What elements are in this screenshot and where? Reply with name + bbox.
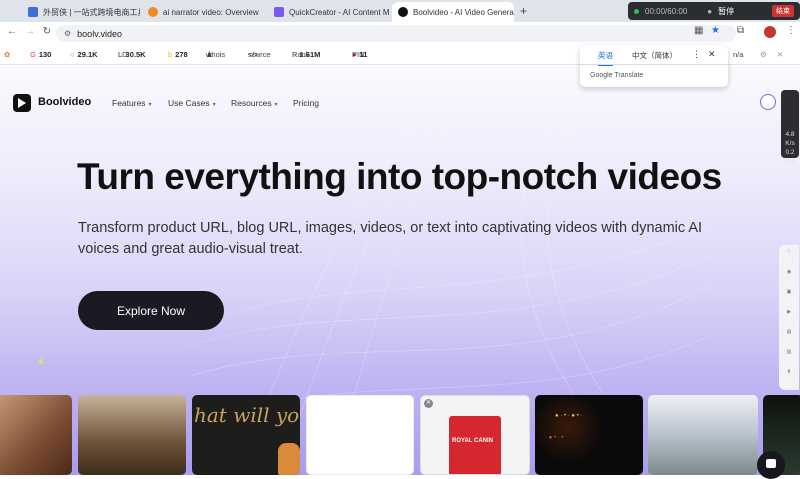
user-avatar[interactable] [760, 94, 776, 110]
close-icon[interactable]: ✕ [777, 50, 783, 59]
thumbnail-product[interactable]: ✕ ROYAL CANIN [420, 395, 530, 475]
microphone-icon[interactable]: ● [707, 7, 712, 16]
recording-timer: 00:00/60:00 [645, 7, 687, 16]
translate-icon[interactable]: ▦ [694, 25, 703, 36]
forward-icon[interactable]: → [21, 26, 39, 37]
tab-title: QuickCreator - AI Content M [289, 8, 389, 17]
thumbnail-script-caption: hat will you [194, 403, 300, 427]
tab-favicon [398, 7, 408, 17]
seo-pinterest[interactable]: ● PIN 11 [352, 50, 367, 59]
translate-tab-chinese[interactable]: 中文（简体） [632, 50, 677, 61]
nav-pricing[interactable]: Pricing [293, 98, 319, 108]
google-icon: G [30, 50, 36, 59]
pause-button[interactable]: 暂停 [718, 6, 734, 17]
thumbnail-street[interactable] [648, 395, 758, 475]
seo-metric-pages[interactable]: b 278 [168, 50, 188, 59]
tab-ai-narrator[interactable]: ai narrator video: Overview ✕ [142, 2, 264, 22]
right-tool-rail: ♡ ◉ ▣ ▶ ▤ ▥ ⬆ [779, 245, 799, 390]
tab-title: Boolvideo - AI Video Genera [413, 8, 514, 17]
tab-title: 外贸侠 | 一站式跨境电商工具站 [43, 7, 140, 18]
tool-icon[interactable]: ▣ [779, 285, 799, 305]
site-info-icon[interactable]: ⚙ [64, 29, 71, 38]
product-bag: ROYAL CANIN [449, 416, 501, 475]
brand-name[interactable]: Boolvideo [38, 96, 91, 108]
profile-avatar[interactable] [764, 26, 776, 38]
upload-unit: K/s [781, 139, 799, 148]
menu-icon[interactable]: ⋮ [786, 25, 796, 36]
seo-whois[interactable]: ♟ whois [206, 50, 213, 59]
network-speed-widget: 4.8 K/s 0.2 K/s [781, 90, 799, 158]
url-text: boolv.video [77, 29, 122, 39]
browser-tab-bar: 外贸侠 | 一站式跨境电商工具站 ✕ ai narrator video: Ov… [0, 0, 800, 22]
tab-title: ai narrator video: Overview [163, 8, 259, 17]
close-icon[interactable]: ✕ [708, 49, 716, 60]
nav-features[interactable]: Features▾ [112, 98, 152, 108]
bookmark-star-icon[interactable]: ★ [711, 25, 720, 36]
screen-recorder-bar: 00:00/60:00 ● 暂停 结束 [628, 2, 800, 20]
more-options-icon[interactable]: ⋮ [692, 49, 701, 60]
close-icon[interactable]: ✕ [424, 399, 433, 408]
mouse-cursor-icon [38, 358, 46, 366]
thumbnail-sparkles[interactable]: ● · • · ● • · · ● • · • [535, 395, 643, 475]
new-tab-button[interactable]: + [520, 4, 527, 18]
address-bar-row: ← → ↻ ⚙ boolv.video ▦ ★ ⧉ ⋮ [0, 22, 800, 45]
tab-favicon [274, 7, 284, 17]
sparkle-decoration: ● · • · ● • · [555, 413, 582, 419]
reload-icon[interactable]: ↻ [38, 26, 56, 37]
dog-figure [278, 443, 300, 475]
hero-headline: Turn everything into top-notch videos [77, 156, 722, 198]
thumbnail-script-text[interactable]: hat will you [192, 395, 300, 475]
video-thumbnail-strip: hat will you ✕ ROYAL CANIN ● · • · ● • ·… [0, 395, 800, 475]
tab-waimaoxia[interactable]: 外贸侠 | 一站式跨境电商工具站 ✕ [22, 2, 140, 22]
tool-icon[interactable]: ▤ [779, 325, 799, 345]
boolvideo-logo-icon[interactable] [13, 94, 31, 112]
thumbnail-interior[interactable] [78, 395, 186, 475]
tool-icon[interactable]: ▶ [779, 305, 799, 325]
webpage: Boolvideo Features▾ Use Cases▾ Resources… [0, 66, 800, 475]
tab-quickcreator[interactable]: QuickCreator - AI Content M ✕ [268, 2, 390, 22]
thumbnail-portrait[interactable] [0, 395, 72, 475]
upload-speed: 4.8 [781, 130, 799, 139]
stop-button[interactable]: 结束 [772, 5, 794, 17]
seo-toolbar-logo-icon: ✿ [4, 50, 10, 59]
explore-now-button[interactable]: Explore Now [78, 291, 224, 330]
thumbnail-blank[interactable] [306, 395, 414, 475]
background-swirl [190, 86, 710, 446]
nav-use-cases[interactable]: Use Cases▾ [168, 98, 216, 108]
seo-metric-links[interactable]: ○ 29.1K [70, 50, 98, 59]
download-speed: 0.2 [781, 148, 799, 157]
download-unit: K/s [781, 157, 799, 166]
seo-source[interactable]: </> source [248, 50, 259, 59]
product-brand-label: ROYAL CANIN [452, 438, 493, 444]
chevron-down-icon: ▾ [149, 102, 152, 108]
back-icon[interactable]: ← [3, 26, 21, 37]
tool-icon[interactable]: ♡ [779, 245, 799, 265]
extensions-icon[interactable]: ⧉ [737, 25, 744, 36]
translate-footer: Google Translate [590, 72, 643, 79]
bing-icon: b [168, 50, 172, 59]
tab-boolvideo[interactable]: Boolvideo - AI Video Genera ✕ [392, 2, 514, 22]
circle-icon: ○ [70, 50, 75, 59]
chevron-down-icon: ▾ [275, 102, 278, 108]
nav-resources[interactable]: Resources▾ [231, 98, 278, 108]
translate-popup: 英语 中文（简体） ⋮ ✕ Google Translate [580, 45, 728, 87]
seo-metric-google[interactable]: G 130 [30, 50, 51, 59]
tool-icon[interactable]: ⬆ [779, 365, 799, 385]
tab-favicon [28, 7, 38, 17]
seo-rank[interactable]: ○ Rank 1.61M [292, 50, 320, 59]
tab-favicon [148, 7, 158, 17]
hero-subheadline: Transform product URL, blog URL, images,… [78, 218, 718, 260]
tool-icon[interactable]: ◉ [779, 265, 799, 285]
chevron-down-icon: ▾ [213, 102, 216, 108]
seo-na: n/a [733, 50, 743, 59]
settings-icon[interactable]: ⚙ [760, 50, 767, 59]
sparkle-decoration: · ● • · • [545, 435, 564, 441]
url-field[interactable]: ⚙ boolv.video [56, 25, 736, 42]
tool-icon[interactable]: ▥ [779, 345, 799, 365]
divider [580, 64, 728, 65]
recording-dot-icon [634, 9, 639, 14]
seo-metric-ld[interactable]: ○ LD 30.5K [118, 50, 146, 59]
